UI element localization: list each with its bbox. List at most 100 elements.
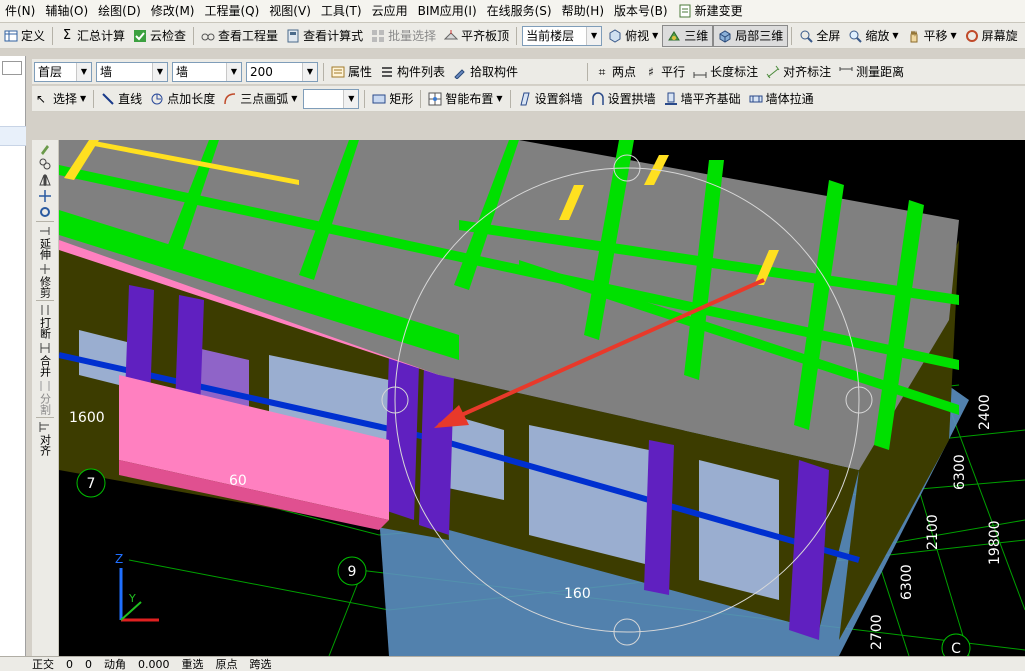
view-quantity-button[interactable]: 查看工程量 [197, 25, 282, 47]
select-button[interactable]: ↖ 选择 ▼ [32, 88, 90, 110]
chevron-down-icon: ▼ [586, 26, 602, 45]
component-subtype-select[interactable]: 墙 ▼ [172, 61, 242, 82]
arch-wall-icon [591, 91, 604, 105]
mirror-button[interactable] [33, 172, 57, 188]
current-floor-value: 当前楼层 [526, 28, 575, 43]
chevron-down-icon: ▼ [343, 89, 359, 108]
tree-selected-row[interactable] [0, 126, 26, 146]
menu-online[interactable]: 在线服务(S) [482, 0, 557, 22]
three-d-label: 三维 [684, 29, 709, 43]
extend-label: 延伸 [38, 238, 52, 260]
extend-button[interactable]: 延伸 [33, 223, 57, 261]
menu-view[interactable]: 视图(V) [264, 0, 316, 22]
align-slab-button[interactable]: 平齐板顶 [440, 25, 513, 47]
component-size-select[interactable]: 200 ▼ [246, 61, 318, 82]
floor-select[interactable]: 首层 ▼ [34, 61, 92, 82]
chevron-down-icon: ▼ [291, 94, 298, 103]
line-label: 直线 [118, 92, 143, 106]
menu-cloud[interactable]: 云应用 [367, 0, 413, 22]
pick-component-label: 拾取构件 [470, 65, 519, 79]
top-view-button[interactable]: 俯视 ▼ [604, 25, 662, 47]
measure-distance-button[interactable]: 测量距离 [835, 61, 908, 83]
dim-text: 19800 [987, 520, 1003, 565]
smart-layout-button[interactable]: 智能布置 ▼ [424, 88, 506, 110]
arch-wall-button[interactable]: 设置拱墙 [587, 88, 660, 110]
rectangle-button[interactable]: 矩形 [368, 88, 417, 110]
merge-button[interactable]: 合并 [33, 340, 57, 378]
line-button[interactable]: 直线 [97, 88, 146, 110]
component-subtype-value: 墙 [176, 64, 189, 79]
component-type-select[interactable]: 墙 ▼ [96, 61, 168, 82]
two-points-label: 两点 [612, 65, 637, 79]
wall-pull-through-button[interactable]: 墙体拉通 [745, 88, 818, 110]
point-length-button[interactable]: 点加长度 [146, 88, 219, 110]
summary-button[interactable]: Σ 汇总计算 [56, 25, 129, 47]
cloud-check-button[interactable]: 云检查 [129, 25, 190, 47]
summary-label: 汇总计算 [77, 29, 126, 43]
trim-button[interactable]: 修剪 [33, 261, 57, 299]
zoom-fit-icon [800, 30, 814, 43]
arc-option-select[interactable]: ▼ [303, 88, 360, 109]
properties-icon [331, 66, 345, 77]
status-angle-toggle[interactable]: 动角 [98, 656, 132, 671]
menu-file[interactable]: 件(N) [0, 0, 40, 22]
fullscreen-button[interactable]: 全屏 [795, 25, 844, 47]
align-dim-button[interactable]: 对齐标注 [762, 61, 835, 83]
window [699, 460, 779, 600]
menu-draw[interactable]: 绘图(D) [93, 0, 146, 22]
arc-button[interactable]: 三点画弧 ▼ [219, 88, 301, 110]
menu-bim[interactable]: BIM应用(I) [413, 0, 482, 22]
parallel-button[interactable]: ♯ 平行 [640, 61, 689, 83]
menu-modify[interactable]: 修改(M) [146, 0, 200, 22]
batch-select-button[interactable]: 批量选择 [367, 25, 440, 47]
smart-layout-label: 智能布置 [445, 92, 494, 106]
sigma-icon: Σ [62, 27, 72, 43]
copy-button[interactable] [33, 156, 57, 172]
zoom-button[interactable]: 缩放 ▼ [844, 25, 902, 47]
wall-align-foundation-button[interactable]: 墙平齐基础 [660, 88, 745, 110]
component-list-button[interactable]: 构件列表 [376, 61, 449, 83]
status-angle-value: 0.000 [138, 657, 170, 671]
status-origin[interactable]: 原点 [210, 656, 244, 671]
menu-help[interactable]: 帮助(H) [557, 0, 609, 22]
status-reselect[interactable]: 重选 [176, 656, 210, 671]
merge-label: 合并 [38, 355, 52, 377]
screen-rotate-button[interactable]: 屏幕旋 [961, 25, 1022, 47]
separator [791, 26, 793, 45]
new-change-label: 新建变更 [694, 4, 743, 18]
pan-button[interactable]: 平移 ▼ [903, 25, 961, 47]
panel-pin-button[interactable] [2, 61, 22, 75]
align-button[interactable]: 对齐 [33, 419, 57, 457]
define-button[interactable]: 定义 [0, 25, 49, 47]
menu-version[interactable]: 版本号(B) [609, 0, 673, 22]
main-toolbar: 定义 Σ 汇总计算 云检查 查看工程量 查看计算式 批量选择 平齐板顶 当前楼层… [0, 23, 1025, 49]
menu-quantity[interactable]: 工程量(Q) [199, 0, 264, 22]
pick-component-button[interactable]: 拾取构件 [449, 61, 522, 83]
two-points-button[interactable]: ⌗ 两点 [591, 61, 640, 83]
wall-pull-through-label: 墙体拉通 [765, 92, 814, 106]
brush-button[interactable] [33, 140, 57, 156]
new-change-button[interactable]: 新建变更 [673, 0, 748, 22]
rotate-button[interactable] [33, 204, 57, 220]
move-button[interactable] [33, 188, 57, 204]
break-button[interactable]: 打断 [33, 302, 57, 340]
menu-tools[interactable]: 工具(T) [316, 0, 367, 22]
properties-button[interactable]: 属性 [327, 61, 376, 83]
three-d-button[interactable]: 三维 [662, 24, 714, 47]
3d-model-canvas[interactable]: 7 9 C 1600 60 160 2400 6300 2100 19800 6… [59, 140, 1025, 656]
status-ortho[interactable]: 正交 [26, 656, 60, 671]
length-dim-button[interactable]: 长度标注 [689, 61, 762, 83]
local-3d-button[interactable]: 局部三维 [713, 24, 789, 47]
separator [52, 26, 54, 45]
current-floor-select[interactable]: 当前楼层 ▼ [522, 25, 603, 46]
3d-viewport[interactable]: 7 9 C 1600 60 160 2400 6300 2100 19800 6… [59, 140, 1025, 656]
separator [516, 26, 518, 45]
menu-axis[interactable]: 辅轴(O) [40, 0, 93, 22]
status-bar: 正交 0 0 动角 0.000 重选 原点 跨选 [0, 656, 1025, 671]
split-button[interactable]: 分割 [33, 378, 57, 416]
slope-wall-button[interactable]: 设置斜墙 [514, 88, 587, 110]
menu-bar: 件(N) 辅轴(O) 绘图(D) 修改(M) 工程量(Q) 视图(V) 工具(T… [0, 0, 1025, 23]
status-span-select[interactable]: 跨选 [244, 656, 278, 671]
view-formula-button[interactable]: 查看计算式 [282, 25, 367, 47]
move-icon [39, 190, 51, 202]
